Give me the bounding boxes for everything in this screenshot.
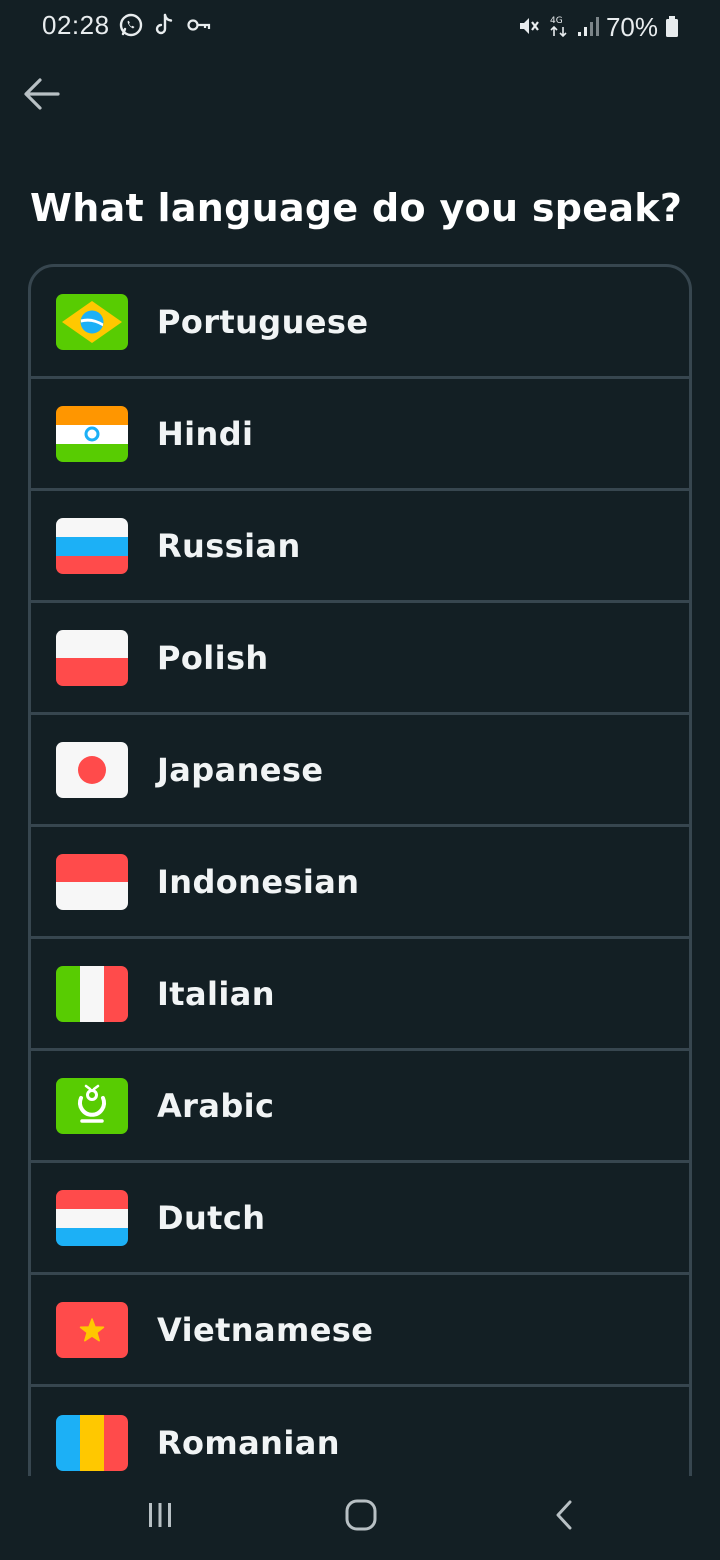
romania-flag-icon bbox=[56, 1415, 128, 1471]
recent-apps-icon bbox=[145, 1501, 175, 1533]
status-icons-left bbox=[118, 12, 212, 42]
language-option-vietnamese[interactable]: Vietnamese bbox=[31, 1275, 689, 1387]
key-icon bbox=[186, 12, 212, 42]
language-label: Polish bbox=[157, 638, 269, 677]
signal-icon bbox=[576, 13, 600, 43]
language-label: Vietnamese bbox=[157, 1310, 374, 1349]
brazil-flag-icon bbox=[56, 293, 128, 350]
4g-data-icon: 4G bbox=[548, 13, 570, 43]
netherlands-flag-icon bbox=[56, 1189, 128, 1246]
language-list-viewport[interactable]: Portuguese Hindi Russian Polish Japanese… bbox=[28, 264, 692, 1476]
language-label: Romanian bbox=[157, 1424, 340, 1462]
language-option-portuguese[interactable]: Portuguese bbox=[31, 267, 689, 379]
status-bar: 02:28 4G 70% bbox=[0, 0, 720, 56]
language-list: Portuguese Hindi Russian Polish Japanese… bbox=[28, 264, 692, 1476]
language-label: Italian bbox=[157, 974, 275, 1013]
home-button[interactable] bbox=[331, 1492, 391, 1542]
language-label: Dutch bbox=[157, 1198, 266, 1237]
arabic-flag-icon bbox=[56, 1077, 128, 1134]
poland-flag-icon bbox=[56, 629, 128, 686]
language-option-arabic[interactable]: Arabic bbox=[31, 1051, 689, 1163]
status-time: 02:28 bbox=[42, 10, 110, 40]
japan-flag-icon bbox=[56, 741, 128, 798]
language-option-hindi[interactable]: Hindi bbox=[31, 379, 689, 491]
russia-flag-icon bbox=[56, 517, 128, 574]
language-label: Portuguese bbox=[157, 302, 369, 341]
battery-icon bbox=[664, 13, 680, 43]
back-button[interactable] bbox=[20, 74, 64, 118]
language-option-japanese[interactable]: Japanese bbox=[31, 715, 689, 827]
battery-percentage: 70% bbox=[605, 12, 658, 42]
tiktok-icon bbox=[154, 12, 176, 42]
vietnam-flag-icon bbox=[56, 1301, 128, 1358]
language-option-italian[interactable]: Italian bbox=[31, 939, 689, 1051]
navigation-bar bbox=[0, 1476, 720, 1560]
language-option-romanian[interactable]: Romanian bbox=[31, 1387, 689, 1476]
whatsapp-icon bbox=[118, 12, 144, 42]
language-label: Indonesian bbox=[157, 862, 360, 901]
language-option-russian[interactable]: Russian bbox=[31, 491, 689, 603]
language-label: Arabic bbox=[157, 1086, 275, 1125]
italy-flag-icon bbox=[56, 965, 128, 1022]
system-back-button[interactable] bbox=[534, 1492, 594, 1542]
language-option-polish[interactable]: Polish bbox=[31, 603, 689, 715]
india-flag-icon bbox=[56, 405, 128, 462]
recent-apps-button[interactable] bbox=[130, 1492, 190, 1542]
arrow-left-icon bbox=[22, 76, 62, 116]
language-label: Russian bbox=[157, 526, 301, 565]
page-title: What language do you speak? bbox=[30, 186, 683, 230]
status-icons-right: 4G 70% bbox=[516, 12, 680, 43]
back-chevron-icon bbox=[552, 1499, 576, 1535]
language-label: Hindi bbox=[157, 414, 254, 453]
language-option-dutch[interactable]: Dutch bbox=[31, 1163, 689, 1275]
language-option-indonesian[interactable]: Indonesian bbox=[31, 827, 689, 939]
svg-text:4G: 4G bbox=[550, 16, 563, 26]
home-icon bbox=[344, 1498, 378, 1536]
mute-icon bbox=[516, 13, 542, 43]
language-label: Japanese bbox=[157, 750, 324, 789]
indonesia-flag-icon bbox=[56, 853, 128, 910]
